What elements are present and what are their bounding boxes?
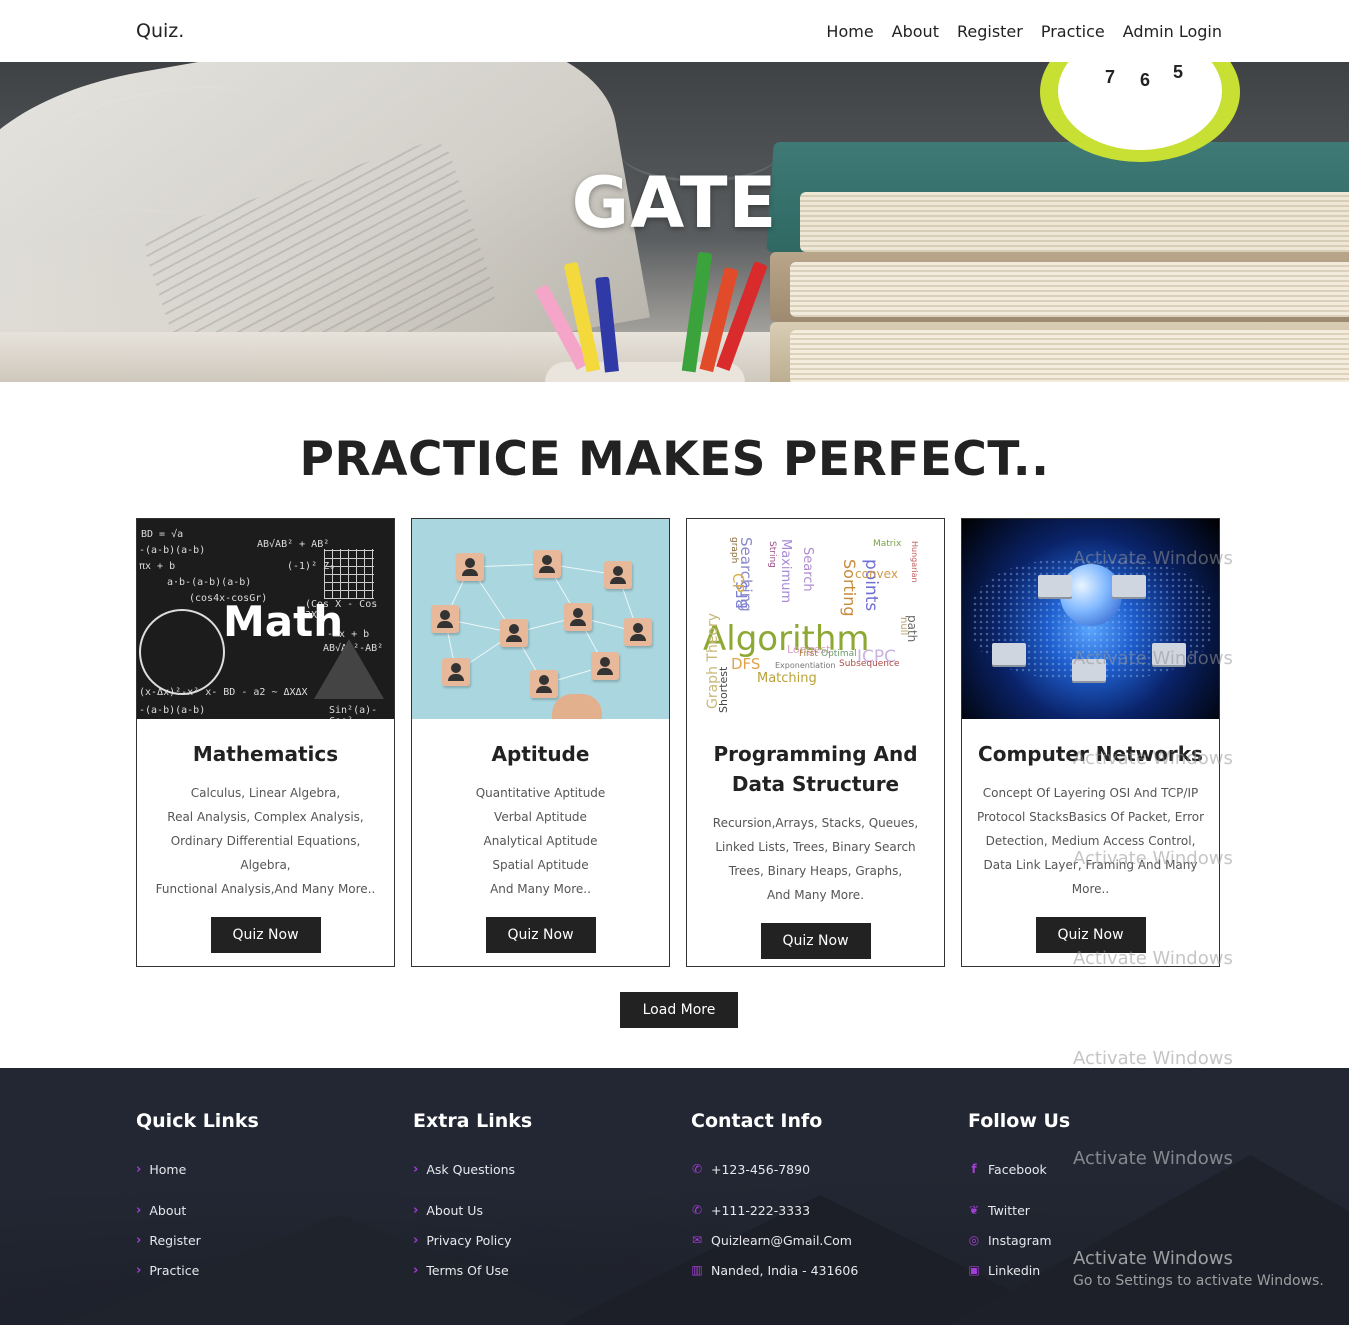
course-card-programming: Algorithm Searching Sorting Graph Theory…: [686, 518, 945, 967]
footer-heading: Quick Links: [136, 1110, 259, 1132]
social-link-linkedin[interactable]: ▣ Linkedin: [968, 1255, 1070, 1285]
twitter-icon: ❦: [968, 1203, 980, 1217]
chevron-right-icon: ›: [136, 1161, 142, 1177]
math-chalkboard-image: BD = √a -(a-b)(a-b) πx + b a·b-(a-b)(a-b…: [137, 519, 394, 719]
nav-link-about[interactable]: About: [892, 22, 939, 41]
person-block-icon: [533, 550, 561, 578]
quiz-now-button-programming[interactable]: Quiz Now: [760, 923, 871, 959]
footer-heading: Extra Links: [413, 1110, 533, 1132]
card-title: Mathematics: [192, 742, 339, 766]
contact-email[interactable]: ✉ Quizlearn@Gmail.Com: [691, 1225, 858, 1255]
person-block-icon: [431, 605, 459, 633]
person-block-icon: [530, 670, 558, 698]
laptop-icon: [992, 643, 1026, 665]
nav-links: Home About Register Practice Admin Login: [826, 22, 1222, 41]
chevron-right-icon: ›: [413, 1232, 419, 1248]
footer-heading: Follow Us: [968, 1110, 1071, 1132]
card-description: Concept Of Layering OSI And TCP/IP Proto…: [976, 786, 1205, 896]
person-block-icon: [624, 618, 652, 646]
linkedin-icon: ▣: [968, 1263, 980, 1277]
brand-logo[interactable]: Quiz.: [136, 20, 184, 42]
social-link-facebook[interactable]: f Facebook: [968, 1154, 1070, 1184]
course-card-aptitude: Aptitude Quantitative Aptitude Verbal Ap…: [411, 518, 670, 967]
activate-windows-subtitle: Go to Settings to activate Windows.: [1073, 1273, 1324, 1289]
laptop-icon: [1152, 643, 1186, 665]
social-link-twitter[interactable]: ❦ Twitter: [968, 1195, 1070, 1225]
phone-icon: ✆: [691, 1162, 703, 1176]
envelope-icon: ✉: [691, 1233, 703, 1247]
facebook-icon: f: [971, 1162, 977, 1176]
footer-extra-links: Extra Links › Ask Questions › About Us › Pr…: [413, 1110, 532, 1285]
nav-link-home[interactable]: Home: [826, 22, 873, 41]
card-title: Programming And Data Structure: [713, 742, 918, 796]
contact-phone-1[interactable]: ✆ +123-456-7890: [691, 1154, 858, 1184]
footer-heading: Contact Info: [691, 1110, 823, 1132]
person-block-icon: [591, 652, 619, 680]
card-description: Quantitative Aptitude Verbal Aptitude An…: [475, 786, 606, 896]
footer-contact-info: Contact Info ✆ +123-456-7890 ✆ +111-222-33…: [691, 1110, 858, 1285]
instagram-icon: ◎: [968, 1233, 980, 1247]
globe-network-image: [962, 519, 1219, 719]
navbar: Quiz. Home About Register Practice Admin…: [0, 0, 1349, 62]
map-icon: ▥: [691, 1263, 703, 1277]
nav-link-practice[interactable]: Practice: [1041, 22, 1105, 41]
activate-windows-watermark: Activate Windows: [1073, 1048, 1233, 1069]
nav-link-admin-login[interactable]: Admin Login: [1123, 22, 1222, 41]
practice-section-title: PRACTICE MAKES PERFECT..: [299, 432, 1050, 487]
laptop-icon: [1112, 575, 1146, 597]
footer-follow-us: Follow Us f Facebook ❦ Twitter ◎ Instagram …: [968, 1110, 1070, 1285]
footer-link-privacy-policy[interactable]: › Privacy Policy: [413, 1225, 532, 1255]
footer-quick-links: Quick Links › Home › About › Register › Prac…: [136, 1110, 259, 1285]
person-block-icon: [456, 553, 484, 581]
course-cards: BD = √a -(a-b)(a-b) πx + b a·b-(a-b)(a-b…: [136, 518, 1222, 967]
footer-link-terms-of-use[interactable]: › Terms Of Use: [413, 1255, 532, 1285]
contact-phone-2[interactable]: ✆ +111-222-3333: [691, 1195, 858, 1225]
social-link-instagram[interactable]: ◎ Instagram: [968, 1225, 1070, 1255]
phone-icon: ✆: [691, 1203, 703, 1217]
hero-title: GATE: [571, 162, 778, 244]
footer-link-about-us[interactable]: › About Us: [413, 1195, 532, 1225]
nav-link-register[interactable]: Register: [957, 22, 1023, 41]
footer-link-about[interactable]: › About: [136, 1195, 259, 1225]
chevron-right-icon: ›: [413, 1262, 419, 1278]
course-card-computer-networks: Computer Networks Concept Of Layering OS…: [961, 518, 1220, 967]
quiz-now-button-aptitude[interactable]: Quiz Now: [485, 917, 596, 953]
hero-banner: 7 6 5 GATE: [0, 62, 1349, 382]
laptop-icon: [1072, 659, 1106, 681]
card-description: Calculus, Linear Algebra, Real Analysis,…: [155, 786, 376, 896]
person-block-icon: [500, 619, 528, 647]
load-more-button[interactable]: Load More: [620, 992, 738, 1028]
card-title: Computer Networks: [978, 742, 1203, 766]
math-image-word: Math: [223, 597, 344, 646]
network-blocks-image: [412, 519, 669, 719]
person-block-icon: [564, 603, 592, 631]
card-title: Aptitude: [491, 742, 590, 766]
footer-link-ask-questions[interactable]: › Ask Questions: [413, 1154, 532, 1184]
chevron-right-icon: ›: [413, 1202, 419, 1218]
footer-link-practice[interactable]: › Practice: [136, 1255, 259, 1285]
chevron-right-icon: ›: [136, 1202, 142, 1218]
course-card-mathematics: BD = √a -(a-b)(a-b) πx + b a·b-(a-b)(a-b…: [136, 518, 395, 967]
contact-address: ▥ Nanded, India - 431606: [691, 1262, 859, 1278]
quiz-now-button-computer-networks[interactable]: Quiz Now: [1035, 917, 1146, 953]
algorithm-word-cloud-image: Algorithm Searching Sorting Graph Theory…: [687, 519, 944, 719]
footer-link-register[interactable]: › Register: [136, 1225, 259, 1255]
footer-link-home[interactable]: › Home: [136, 1154, 259, 1184]
laptop-icon: [1038, 575, 1072, 597]
chevron-right-icon: ›: [413, 1161, 419, 1177]
person-block-icon: [604, 561, 632, 589]
chevron-right-icon: ›: [136, 1262, 142, 1278]
person-block-icon: [442, 658, 470, 686]
chevron-right-icon: ›: [136, 1232, 142, 1248]
quiz-now-button-mathematics[interactable]: Quiz Now: [210, 917, 321, 953]
card-description: Recursion,Arrays, Stacks, Queues, Linked…: [712, 816, 919, 902]
